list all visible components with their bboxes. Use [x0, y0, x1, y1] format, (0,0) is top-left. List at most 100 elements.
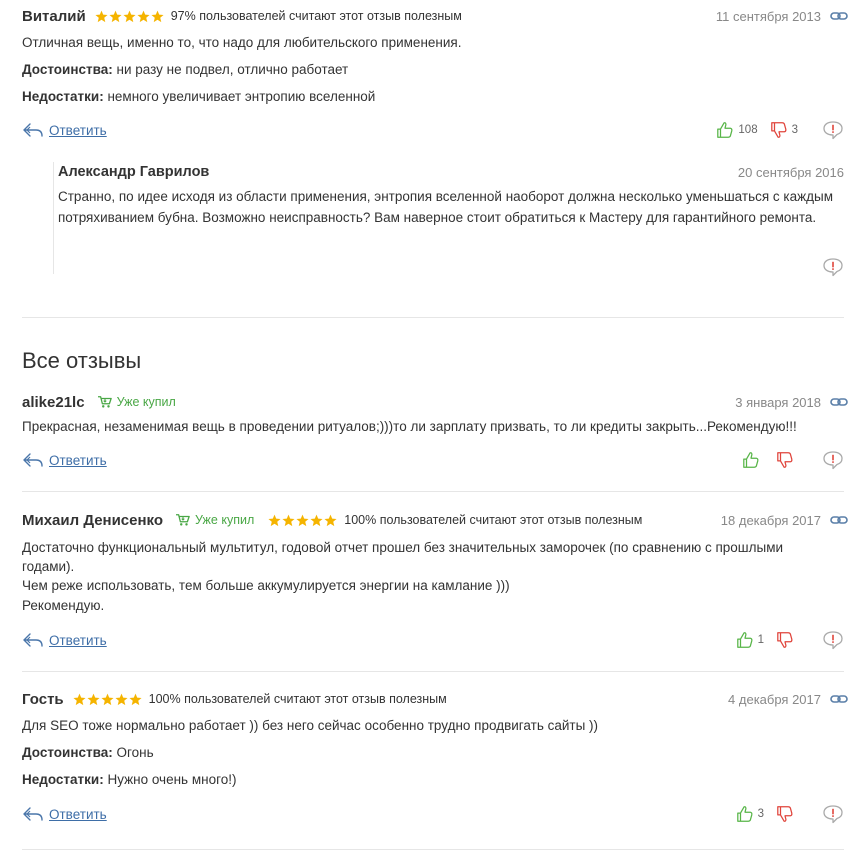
vote-group: 1 [724, 630, 844, 650]
rating-stars [73, 693, 142, 706]
cons-label: Недостатки: [22, 89, 104, 104]
dislike-button[interactable] [776, 631, 798, 649]
review-actions: Ответить 1 [22, 629, 844, 651]
review-card: alike21lc Уже купил 3 января 2018 Прекра… [0, 392, 858, 482]
review-text: Прекрасная, незаменимая вещь в проведени… [22, 419, 797, 434]
review-text: Достаточно функциональный мультитул, год… [22, 540, 784, 574]
review-actions: Ответить 108 3 [22, 119, 844, 141]
star-icon [101, 693, 114, 706]
dislike-button[interactable] [776, 805, 798, 823]
comment-text: Странно, по идее исходя из области приме… [58, 189, 834, 225]
reply-arrow-icon [22, 806, 44, 822]
star-icon [310, 514, 323, 527]
dislike-button[interactable] [776, 451, 798, 469]
review-cons: Недостатки: немного увеличивает энтропию… [22, 87, 838, 106]
rating-stars [95, 10, 164, 23]
like-count: 3 [757, 808, 764, 820]
star-icon [151, 10, 164, 23]
star-icon [296, 514, 309, 527]
link-icon[interactable] [830, 693, 848, 705]
cons-text: Нужно очень много!) [107, 772, 237, 787]
review-author[interactable]: Гость [22, 691, 64, 708]
usefulness-text: 100% пользователей считают этот отзыв по… [344, 513, 643, 527]
all-reviews-title: Все отзывы [22, 348, 142, 373]
thumbs-down-icon [776, 631, 794, 649]
thumbs-up-icon [742, 451, 760, 469]
review-actions: Ответить 3 [22, 803, 844, 825]
like-button[interactable]: 1 [736, 631, 764, 649]
cons-label: Недостатки: [22, 772, 104, 787]
bought-label: Уже купил [116, 395, 176, 409]
star-icon [123, 10, 136, 23]
reply-label: Ответить [49, 122, 107, 138]
dislike-button[interactable]: 3 [770, 121, 798, 139]
bought-label: Уже купил [195, 513, 255, 527]
reply-label: Ответить [49, 806, 107, 822]
comment-date: 20 сентября 2016 [737, 164, 844, 180]
pros-label: Достоинства: [22, 745, 113, 760]
complain-button[interactable] [822, 804, 844, 824]
divider [22, 671, 844, 672]
bought-badge: Уже купил [97, 395, 176, 409]
rating-stars [268, 514, 337, 527]
review-date-wrap: 11 сентября 2013 [716, 9, 848, 24]
divider [22, 849, 844, 850]
reply-arrow-icon [22, 122, 44, 138]
complain-icon [822, 630, 844, 650]
star-icon [282, 514, 295, 527]
complain-button[interactable] [822, 630, 844, 650]
like-button[interactable]: 108 [716, 121, 758, 139]
usefulness-text: 100% пользователей считают этот отзыв по… [148, 692, 447, 706]
review-date: 18 декабря 2017 [720, 512, 821, 528]
review-text: Рекомендую. [22, 598, 105, 613]
thumbs-down-icon [776, 805, 794, 823]
thumbs-down-icon [770, 121, 788, 139]
complain-button[interactable] [822, 257, 844, 280]
complain-button[interactable] [822, 450, 844, 470]
review-date: 11 сентября 2013 [715, 8, 821, 24]
thumbs-down-icon [776, 451, 794, 469]
dislike-count: 3 [791, 124, 798, 136]
reply-arrow-icon [22, 632, 44, 648]
review-text: Для SEO тоже нормально работает )) без н… [22, 718, 599, 733]
thumbs-up-icon [736, 805, 754, 823]
star-icon [324, 514, 337, 527]
star-icon [87, 693, 100, 706]
pros-text: Огонь [116, 745, 154, 760]
complain-button[interactable] [822, 120, 844, 140]
complain-icon [822, 450, 844, 470]
link-icon[interactable] [830, 514, 848, 526]
review-date-wrap: 3 января 2018 [735, 395, 848, 410]
review-date: 3 января 2018 [735, 394, 821, 410]
review-date: 4 декабря 2017 [728, 691, 821, 707]
review-date-wrap: 4 декабря 2017 [728, 692, 848, 707]
star-icon [95, 10, 108, 23]
complain-icon [822, 257, 844, 277]
reply-button[interactable]: Ответить [22, 806, 107, 822]
cart-icon [97, 395, 113, 409]
review-cons: Недостатки: Нужно очень много!) [22, 770, 838, 789]
star-icon [109, 10, 122, 23]
reply-button[interactable]: Ответить [22, 122, 107, 138]
comment-header: Александр Гаврилов 20 сентября 2016 [58, 162, 844, 182]
link-icon[interactable] [830, 10, 848, 22]
star-icon [268, 514, 281, 527]
link-icon[interactable] [830, 396, 848, 408]
comment-author[interactable]: Александр Гаврилов [58, 164, 209, 180]
review-text: Отличная вещь, именно то, что надо для л… [22, 35, 462, 50]
vote-group [730, 450, 844, 470]
review-author[interactable]: Виталий [22, 8, 86, 25]
review-author[interactable]: Михаил Денисенко [22, 512, 163, 529]
complain-icon [822, 804, 844, 824]
reviews-page: Виталий 97% пользователей считают этот о… [0, 0, 858, 857]
review-card: Гость 100% пользователей считают этот от… [0, 689, 858, 839]
thumbs-up-icon [716, 121, 734, 139]
reply-button[interactable]: Ответить [22, 632, 107, 648]
reply-arrow-icon [22, 452, 44, 468]
star-icon [137, 10, 150, 23]
usefulness-text: 97% пользователей считают этот отзыв пол… [170, 9, 462, 23]
review-author[interactable]: alike21lc [22, 394, 85, 411]
like-button[interactable]: 3 [736, 805, 764, 823]
like-button[interactable] [742, 451, 764, 469]
reply-button[interactable]: Ответить [22, 452, 107, 468]
